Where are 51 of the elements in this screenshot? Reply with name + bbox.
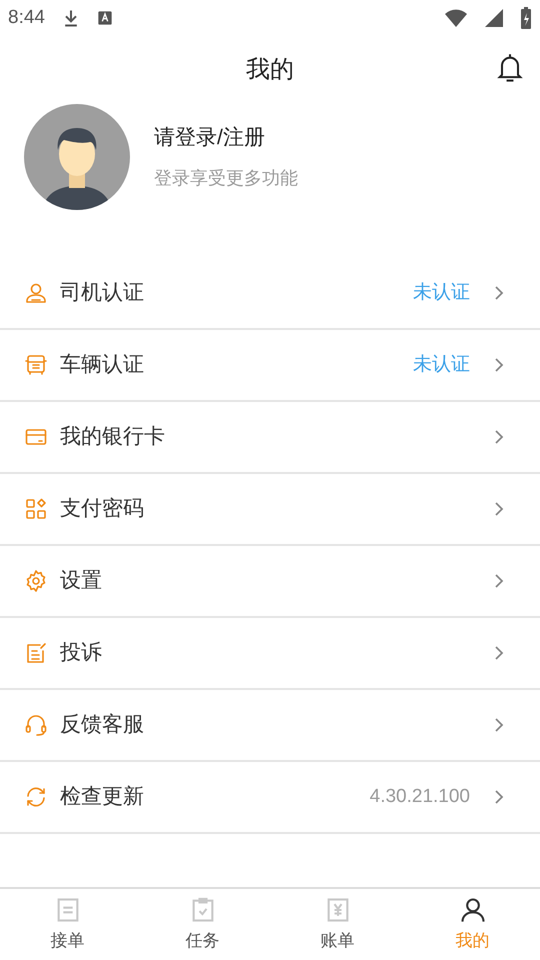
person-icon: [24, 281, 48, 305]
tab[interactable]: 账单: [270, 889, 405, 960]
bus-icon: [24, 353, 48, 377]
tab-label: 接单: [50, 930, 84, 952]
tab-label: 账单: [320, 930, 354, 952]
chevron-right-icon: [494, 285, 504, 301]
menu-item[interactable]: 司机认证 未认证: [0, 258, 540, 330]
menu-label: 我的银行卡: [60, 424, 165, 450]
menu-label: 设置: [60, 568, 102, 594]
status-text: 未认证: [413, 280, 470, 305]
menu-label: 支付密码: [60, 496, 144, 522]
menu-item[interactable]: 反馈客服: [0, 690, 540, 762]
tab[interactable]: 任务: [135, 889, 270, 960]
page-title: 我的: [246, 55, 294, 85]
menu-item[interactable]: 检查更新 4.30.21.100: [0, 762, 540, 834]
menu-item[interactable]: 车辆认证 未认证: [0, 330, 540, 402]
chevron-right-icon: [494, 573, 504, 589]
login-subtitle: 登录享受更多功能: [154, 167, 298, 190]
version-text: 4.30.21.100: [370, 784, 470, 809]
login-prompt[interactable]: 请登录/注册: [154, 122, 298, 154]
keyboard-a-icon: [96, 10, 113, 26]
menu-item[interactable]: 我的银行卡: [0, 402, 540, 474]
grid-icon: [24, 497, 48, 521]
battery-icon: [520, 6, 532, 30]
menu-label: 检查更新: [60, 784, 144, 810]
tab[interactable]: 接单: [0, 889, 135, 960]
tab-label: 任务: [186, 930, 220, 952]
chevron-right-icon: [494, 717, 504, 733]
notification-bell-icon[interactable]: [496, 52, 524, 84]
wifi-icon: [444, 8, 468, 28]
chevron-right-icon: [494, 429, 504, 445]
signal-icon: [484, 8, 504, 28]
status-text: 未认证: [413, 352, 470, 377]
chevron-right-icon: [494, 501, 504, 517]
menu-label: 投诉: [60, 640, 102, 666]
person-icon: [458, 896, 486, 924]
edit-note-icon: [24, 641, 48, 665]
menu-label: 司机认证: [60, 280, 144, 306]
menu-label: 反馈客服: [60, 712, 144, 738]
chevron-right-icon: [494, 357, 504, 373]
menu-item[interactable]: 设置: [0, 546, 540, 618]
chevron-right-icon: [494, 645, 504, 661]
menu-item[interactable]: 投诉: [0, 618, 540, 690]
tab-label: 我的: [456, 930, 490, 952]
status-time: 8:44: [8, 6, 45, 30]
gear-icon: [24, 569, 48, 593]
menu-item[interactable]: 支付密码: [0, 474, 540, 546]
refresh-icon: [24, 785, 48, 809]
menu-label: 车辆认证: [60, 352, 144, 378]
headset-icon: [24, 713, 48, 737]
chevron-right-icon: [494, 789, 504, 805]
